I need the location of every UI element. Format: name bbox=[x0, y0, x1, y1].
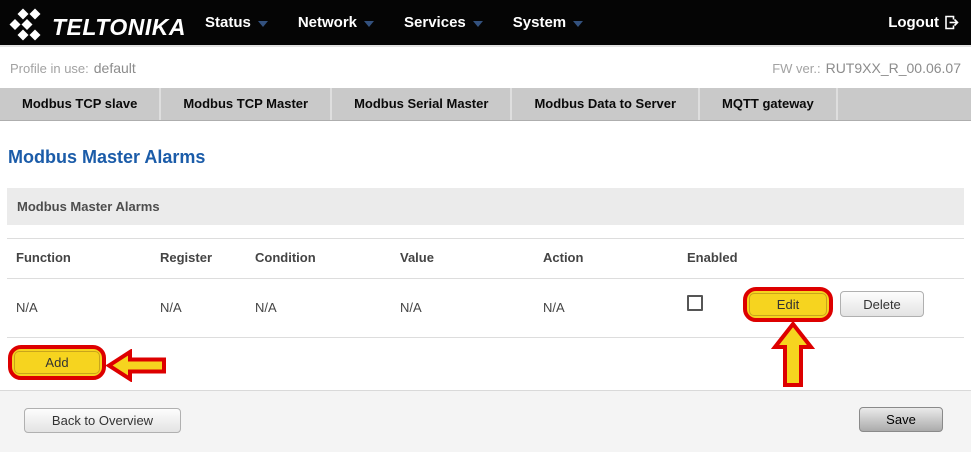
tab-mqtt-gateway[interactable]: MQTT gateway bbox=[700, 88, 838, 120]
edit-highlight-outline: Edit bbox=[743, 287, 833, 322]
menu-item-status[interactable]: Status bbox=[205, 14, 268, 31]
logout-label: Logout bbox=[888, 14, 939, 31]
menu-item-system[interactable]: System bbox=[512, 14, 584, 31]
add-highlight-outline: Add bbox=[8, 345, 106, 380]
divider bbox=[7, 337, 964, 338]
section-header: Modbus Master Alarms bbox=[7, 188, 964, 225]
save-button[interactable]: Save bbox=[859, 407, 943, 432]
column-header-condition: Condition bbox=[255, 250, 316, 265]
status-bar: Profile in use: default FW ver.: RUT9XX_… bbox=[0, 47, 971, 88]
brand: TELTONIKA bbox=[8, 6, 186, 48]
column-header-function: Function bbox=[16, 250, 71, 265]
cell-value: N/A bbox=[400, 300, 422, 315]
teltonika-diamonds-logo-icon bbox=[8, 6, 48, 48]
menu-item-label: System bbox=[512, 14, 567, 31]
cell-action: N/A bbox=[543, 300, 565, 315]
main-menu: Status Network Services System bbox=[205, 0, 584, 45]
delete-button[interactable]: Delete bbox=[840, 291, 924, 317]
menu-item-label: Services bbox=[404, 14, 466, 31]
column-header-register: Register bbox=[160, 250, 213, 265]
page-title: Modbus Master Alarms bbox=[8, 147, 206, 167]
back-to-overview-button[interactable]: Back to Overview bbox=[24, 408, 181, 433]
column-header-action: Action bbox=[543, 250, 584, 265]
enabled-checkbox[interactable] bbox=[687, 295, 703, 311]
menu-item-label: Network bbox=[297, 14, 358, 31]
fw-version-label: FW ver.: bbox=[772, 60, 821, 76]
modbus-tab-bar: Modbus TCP slave Modbus TCP Master Modbu… bbox=[0, 88, 971, 121]
cell-function: N/A bbox=[16, 300, 38, 315]
profile-in-use-value: default bbox=[93, 59, 136, 76]
cell-register: N/A bbox=[160, 300, 182, 315]
edit-button[interactable]: Edit bbox=[749, 293, 827, 316]
cell-condition: N/A bbox=[255, 300, 277, 315]
tab-modbus-tcp-master[interactable]: Modbus TCP Master bbox=[161, 88, 333, 120]
tab-modbus-tcp-slave[interactable]: Modbus TCP slave bbox=[0, 88, 162, 120]
column-header-enabled: Enabled bbox=[687, 250, 738, 265]
top-navbar: TELTONIKA Status Network Services System… bbox=[0, 0, 971, 47]
menu-item-label: Status bbox=[205, 14, 251, 31]
fw-version-value: RUT9XX_R_00.06.07 bbox=[825, 59, 961, 76]
divider bbox=[7, 278, 964, 279]
brand-name: TELTONIKA bbox=[52, 13, 186, 40]
divider bbox=[7, 238, 964, 239]
chevron-down-icon bbox=[364, 21, 375, 27]
add-button[interactable]: Add bbox=[14, 351, 100, 374]
chevron-down-icon bbox=[257, 21, 268, 27]
profile-in-use-label: Profile in use: bbox=[10, 60, 89, 76]
annotation-arrow-left-icon bbox=[106, 349, 166, 382]
app-window: TELTONIKA Status Network Services System… bbox=[0, 0, 971, 458]
tab-modbus-serial-master[interactable]: Modbus Serial Master bbox=[332, 88, 513, 120]
annotation-arrow-up-icon bbox=[770, 321, 816, 387]
menu-item-services[interactable]: Services bbox=[404, 14, 483, 31]
chevron-down-icon bbox=[472, 21, 483, 27]
menu-item-network[interactable]: Network bbox=[297, 14, 375, 31]
exit-door-icon bbox=[945, 15, 959, 30]
logout-button[interactable]: Logout bbox=[888, 0, 959, 45]
tab-modbus-data-to-server[interactable]: Modbus Data to Server bbox=[512, 88, 701, 120]
column-header-value: Value bbox=[400, 250, 434, 265]
chevron-down-icon bbox=[573, 21, 584, 27]
